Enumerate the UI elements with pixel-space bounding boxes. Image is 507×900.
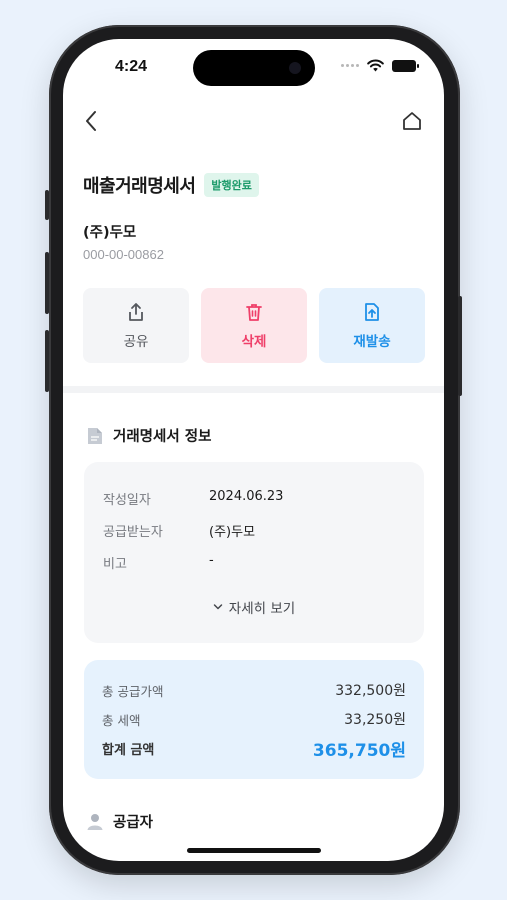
info-section-title: 거래명세서 정보 — [113, 429, 212, 445]
file-upload-icon — [365, 302, 379, 321]
business-number: 000-00-00862 — [83, 247, 164, 262]
volume-up-button — [45, 252, 49, 314]
supplier-section-header: 공급자 — [87, 811, 153, 832]
total-amount-label: 합계 금액 — [102, 743, 155, 758]
home-icon — [403, 112, 421, 130]
info-label: 비고 — [103, 557, 127, 572]
info-label: 공급받는자 — [103, 525, 163, 540]
share-label: 공유 — [123, 333, 149, 350]
wifi-icon — [367, 59, 384, 72]
trash-icon — [246, 303, 262, 321]
info-row: 작성일자 2024.06.23 — [103, 489, 283, 508]
section-divider — [63, 386, 444, 393]
supply-amount-row: 총 공급가액 332,500원 — [102, 680, 406, 700]
supplier-section-title: 공급자 — [113, 815, 154, 831]
delete-button[interactable]: 삭제 — [201, 288, 307, 363]
signal-icon — [341, 64, 359, 67]
company-name: (주)두모 — [83, 225, 137, 241]
info-label: 작성일자 — [103, 493, 151, 508]
home-indicator — [187, 848, 321, 853]
supply-amount-value: 332,500원 — [335, 683, 406, 699]
chevron-left-icon — [86, 111, 96, 131]
dynamic-island — [193, 50, 315, 86]
info-value: - — [209, 553, 214, 568]
back-button[interactable] — [81, 107, 105, 135]
show-more-button[interactable]: 자세히 보기 — [84, 597, 424, 617]
summary-card: 총 공급가액 332,500원 총 세액 33,250원 합계 금액 365,7… — [84, 660, 424, 779]
total-amount-row: 합계 금액 365,750원 — [102, 736, 406, 761]
show-more-label: 자세히 보기 — [228, 601, 296, 617]
home-button[interactable] — [400, 107, 424, 135]
total-amount-value: 365,750원 — [312, 741, 406, 761]
info-row: 공급받는자 (주)두모 — [103, 521, 255, 540]
info-section-header: 거래명세서 정보 — [87, 425, 211, 446]
status-bar: 4:24 — [63, 39, 444, 97]
battery-icon — [392, 59, 419, 72]
share-button[interactable]: 공유 — [83, 288, 189, 363]
status-time: 4:24 — [115, 58, 148, 75]
info-value: (주)두모 — [209, 525, 256, 540]
info-card: 작성일자 2024.06.23 공급받는자 (주)두모 비고 - 자세히 보기 — [84, 462, 424, 643]
volume-down-button — [45, 330, 49, 392]
page-title: 매출거래명세서 — [83, 176, 196, 197]
power-button — [458, 296, 462, 396]
screen: 4:24 매출거래명세서 발행완료 (주)두모 000-00-00862 공유 … — [63, 39, 444, 861]
chevron-down-icon — [213, 604, 223, 610]
nav-bar — [63, 103, 444, 143]
delete-label: 삭제 — [241, 333, 267, 350]
share-icon — [129, 302, 143, 321]
info-value: 2024.06.23 — [209, 489, 284, 504]
resend-label: 재발송 — [353, 333, 391, 350]
action-buttons: 공유 삭제 재발송 — [83, 288, 425, 363]
supply-amount-label: 총 공급가액 — [102, 683, 164, 699]
tax-amount-row: 총 세액 33,250원 — [102, 709, 406, 729]
tax-amount-label: 총 세액 — [102, 712, 141, 728]
status-badge: 발행완료 — [204, 173, 259, 197]
mute-switch — [45, 190, 49, 220]
resend-button[interactable]: 재발송 — [319, 288, 425, 363]
status-icons — [341, 59, 419, 72]
document-header: 매출거래명세서 발행완료 — [83, 172, 259, 198]
person-icon — [87, 813, 103, 830]
tax-amount-value: 33,250원 — [344, 712, 406, 728]
document-icon — [88, 427, 102, 444]
info-row: 비고 - — [103, 553, 214, 572]
